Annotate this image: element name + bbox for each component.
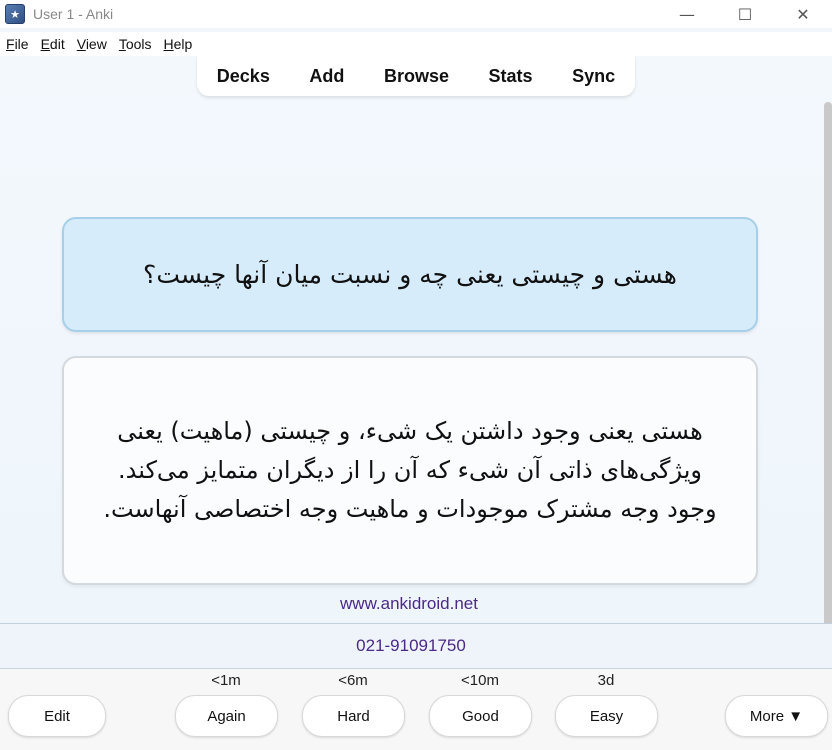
- more-button[interactable]: More ▼: [725, 695, 828, 737]
- answer-card: هستی یعنی وجود داشتن یک شیء، و چیستی (ما…: [62, 356, 758, 585]
- again-interval: <1m: [211, 672, 241, 689]
- vertical-scrollbar[interactable]: [824, 102, 832, 662]
- edit-button[interactable]: Edit: [8, 695, 106, 737]
- menu-bar: File Edit View Tools Help: [0, 32, 832, 57]
- menu-view[interactable]: View: [77, 36, 107, 52]
- toolbar-add[interactable]: Add: [309, 66, 344, 87]
- question-text: هستی و چیستی یعنی چه و نسبت میان آنها چی…: [143, 260, 677, 289]
- question-card: هستی و چیستی یعنی چه و نسبت میان آنها چی…: [62, 217, 758, 332]
- menu-edit[interactable]: Edit: [41, 36, 65, 52]
- menu-tools[interactable]: Tools: [119, 36, 152, 52]
- contact-bar: 021-91091750: [0, 624, 832, 669]
- toolbar-browse[interactable]: Browse: [384, 66, 449, 87]
- good-interval: <10m: [461, 672, 499, 689]
- minimize-icon[interactable]: —: [658, 0, 716, 28]
- main-toolbar: Decks Add Browse Stats Sync: [197, 56, 635, 96]
- answer-text: هستی یعنی وجود داشتن یک شیء، و چیستی (ما…: [103, 417, 717, 523]
- maximize-icon[interactable]: ☐: [716, 0, 774, 28]
- website-link[interactable]: www.ankidroid.net: [0, 594, 818, 614]
- toolbar-sync[interactable]: Sync: [572, 66, 615, 87]
- hard-button[interactable]: Hard: [302, 695, 405, 737]
- window-controls: — ☐ ✕: [658, 0, 832, 28]
- answer-bar: Edit <1m Again <6m Hard <10m Good 3d Eas…: [0, 669, 832, 750]
- toolbar-decks[interactable]: Decks: [217, 66, 270, 87]
- phone-number: 021-91091750: [356, 636, 466, 655]
- anki-app-icon: ★: [5, 4, 25, 24]
- title-bar: ★ User 1 - Anki — ☐ ✕: [0, 0, 832, 28]
- reviewer-area: Decks Add Browse Stats Sync هستی و چیستی…: [0, 56, 832, 624]
- toolbar-stats[interactable]: Stats: [489, 66, 533, 87]
- menu-help[interactable]: Help: [164, 36, 193, 52]
- window-title: User 1 - Anki: [33, 6, 114, 22]
- close-icon[interactable]: ✕: [774, 0, 832, 28]
- easy-interval: 3d: [597, 672, 615, 689]
- easy-button[interactable]: Easy: [555, 695, 658, 737]
- menu-file[interactable]: File: [6, 36, 29, 52]
- good-button[interactable]: Good: [429, 695, 532, 737]
- hard-interval: <6m: [338, 672, 368, 689]
- again-button[interactable]: Again: [175, 695, 278, 737]
